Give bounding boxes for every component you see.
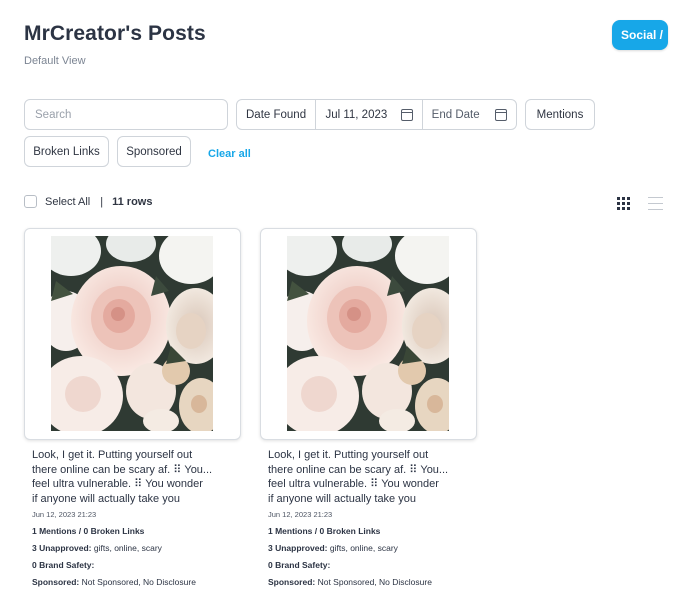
- row-count: 11 rows: [112, 195, 153, 208]
- brand-safety-summary: 0 Brand Safety:: [32, 560, 232, 570]
- sponsored-label: Sponsored: [126, 145, 182, 158]
- broken-links-filter-button[interactable]: Broken Links: [24, 136, 109, 167]
- end-date-placeholder: End Date: [431, 108, 480, 121]
- search-placeholder: Search: [35, 108, 72, 121]
- unapproved-value: gifts, online, scary: [327, 543, 398, 553]
- calendar-icon[interactable]: [495, 108, 507, 121]
- unapproved-summary: 3 Unapproved: gifts, online, scary: [268, 543, 468, 553]
- start-date-value: Jul 11, 2023: [325, 108, 388, 121]
- select-all-checkbox[interactable]: [24, 195, 37, 208]
- mentions-value: 1 Mentions / 0 Broken Links: [32, 526, 145, 536]
- post-caption: Look, I get it. Putting yourself out the…: [32, 448, 232, 506]
- mentions-summary: 1 Mentions / 0 Broken Links: [32, 526, 232, 536]
- date-range-filter[interactable]: Date Found Jul 11, 2023 End Date: [236, 99, 517, 130]
- sponsored-status-value: Not Sponsored, No Disclosure: [315, 577, 432, 587]
- sponsored-summary: Sponsored: Not Sponsored, No Disclosure: [32, 577, 232, 587]
- post-card[interactable]: [260, 228, 477, 440]
- unapproved-summary: 3 Unapproved: gifts, online, scary: [32, 543, 232, 553]
- brand-safety-label: 0 Brand Safety:: [32, 560, 95, 570]
- post-caption: Look, I get it. Putting yourself out the…: [268, 448, 468, 506]
- start-date-field[interactable]: Jul 11, 2023: [316, 100, 423, 129]
- sponsored-status-value: Not Sponsored, No Disclosure: [79, 577, 196, 587]
- caption-line: Look, I get it. Putting yourself out: [268, 449, 429, 461]
- caption-line: there online can be scary af. ⠿ You...: [32, 463, 213, 476]
- page-subtitle: Default View: [24, 55, 86, 67]
- post-image[interactable]: [287, 236, 449, 431]
- caption-line: if anyone will actually take you: [32, 492, 180, 505]
- post-image[interactable]: [51, 236, 213, 431]
- caption-line: if anyone will actually take you: [268, 492, 416, 505]
- mentions-filter-button[interactable]: Mentions: [525, 99, 595, 130]
- caption-line: there online can be scary af. ⠿ You...: [268, 463, 449, 476]
- brand-safety-label: 0 Brand Safety:: [268, 560, 331, 570]
- calendar-icon[interactable]: [400, 108, 413, 121]
- unapproved-value: gifts, online, scary: [91, 543, 162, 553]
- sponsored-status-label: Sponsored:: [268, 577, 316, 587]
- clear-all-link[interactable]: Clear all: [208, 148, 251, 160]
- mentions-summary: 1 Mentions / 0 Broken Links: [268, 526, 468, 536]
- list-view-icon[interactable]: [648, 197, 663, 210]
- post-date: Jun 12, 2023 21:23: [268, 510, 333, 519]
- end-date-field[interactable]: End Date: [423, 100, 516, 129]
- page-title: MrCreator's Posts: [24, 22, 206, 45]
- selection-bar: Select All | 11 rows: [24, 195, 152, 208]
- sponsored-status-label: Sponsored:: [32, 577, 80, 587]
- date-found-text: Date Found: [246, 108, 307, 121]
- grid-view-icon[interactable]: [617, 197, 630, 210]
- unapproved-label: 3 Unapproved:: [32, 543, 92, 553]
- sponsored-filter-button[interactable]: Sponsored: [117, 136, 191, 167]
- separator: |: [100, 195, 104, 208]
- post-details: Look, I get it. Putting yourself out the…: [268, 448, 468, 587]
- caption-line: Look, I get it. Putting yourself out: [32, 449, 193, 461]
- mentions-value: 1 Mentions / 0 Broken Links: [268, 526, 381, 536]
- post-date: Jun 12, 2023 21:23: [32, 510, 97, 519]
- caption-line: feel ultra vulnerable. ⠿ You wonder: [268, 478, 439, 490]
- social-button[interactable]: Social /: [612, 20, 668, 50]
- unapproved-label: 3 Unapproved:: [268, 543, 328, 553]
- search-input[interactable]: Search: [24, 99, 228, 130]
- caption-line: feel ultra vulnerable. ⠿ You wonder: [32, 478, 203, 490]
- date-found-label[interactable]: Date Found: [237, 100, 317, 129]
- select-all-label[interactable]: Select All: [45, 196, 90, 208]
- brand-safety-summary: 0 Brand Safety:: [268, 560, 468, 570]
- sponsored-summary: Sponsored: Not Sponsored, No Disclosure: [268, 577, 468, 587]
- post-card[interactable]: [24, 228, 241, 440]
- post-details: Look, I get it. Putting yourself out the…: [32, 448, 232, 587]
- broken-links-label: Broken Links: [33, 145, 100, 158]
- mentions-label: Mentions: [536, 108, 584, 121]
